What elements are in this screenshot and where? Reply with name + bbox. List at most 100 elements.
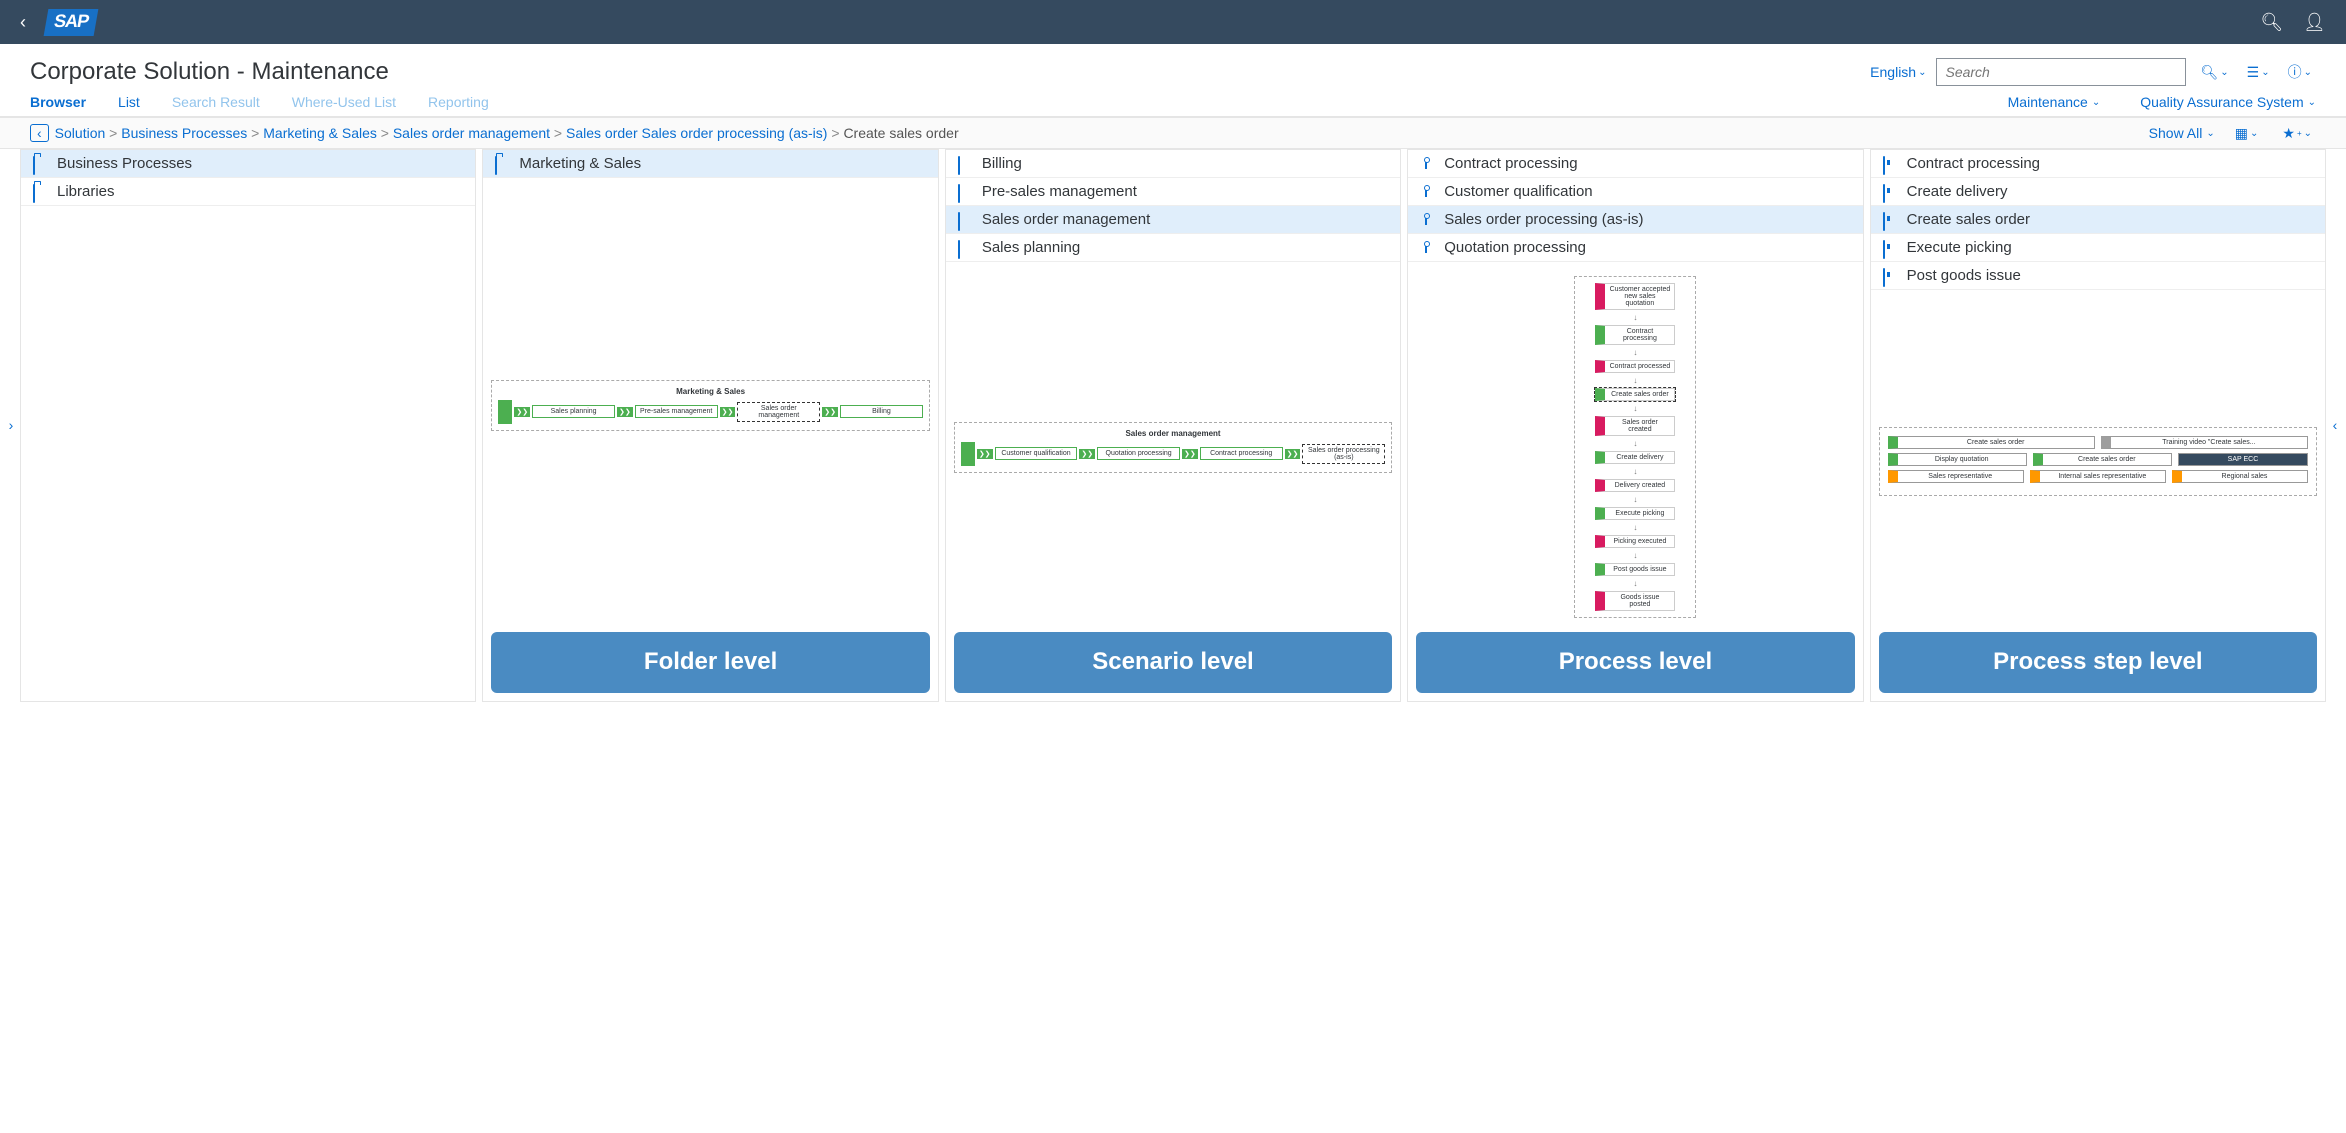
step-icon [1883, 185, 1897, 199]
language-select[interactable]: English⌄ [1870, 64, 1926, 80]
breadcrumb-item[interactable]: Marketing & Sales [263, 125, 377, 141]
flow-step: Pre-sales management [635, 405, 718, 418]
page-header: Corporate Solution - Maintenance English… [0, 44, 2346, 90]
graph-node: Regional sales [2172, 470, 2308, 483]
level-badge-step: Process step level [1879, 632, 2317, 693]
search-icon[interactable]: 🔍︎ [2260, 12, 2283, 33]
list-item[interactable]: Libraries [21, 178, 475, 206]
list-item-label: Post goods issue [1907, 267, 2021, 284]
list-item[interactable]: Sales planning [946, 234, 1400, 262]
level-badge-folder: Folder level [491, 632, 929, 693]
search-input[interactable] [1936, 58, 2186, 86]
process-diagram: Customer accepted new sales quotation↓Co… [1574, 276, 1696, 618]
columns: Business ProcessesLibraries Marketing & … [20, 149, 2326, 702]
list-item-label: Contract processing [1444, 155, 1577, 172]
dropdown-maintenance[interactable]: Maintenance ⌄ [2008, 94, 2101, 110]
tabs-right: Maintenance ⌄ Quality Assurance System ⌄ [2008, 94, 2316, 110]
list-item[interactable]: Sales order management [946, 206, 1400, 234]
folder-icon [495, 157, 509, 171]
process-icon [1420, 213, 1434, 227]
flow-step: Sales order management [737, 402, 820, 422]
tab-reporting: Reporting [428, 94, 489, 110]
scenario-icon [958, 241, 972, 255]
list-step: Contract processing Create delivery Create… [1871, 150, 2325, 290]
list-process: Contract processing Customer qualificatio… [1408, 150, 1862, 262]
tab-list[interactable]: List [118, 94, 140, 110]
breadcrumb-item[interactable]: Sales order Sales order processing (as-i… [566, 125, 827, 141]
vflow-node: Delivery created [1595, 479, 1675, 492]
scenario-icon [958, 185, 972, 199]
step-diagram: Create sales order Training video "Create… [1879, 427, 2317, 496]
tabs-left: BrowserListSearch ResultWhere-Used ListR… [30, 94, 489, 110]
help-icon[interactable]: ⓘ⌄ [2284, 62, 2316, 82]
list-item[interactable]: Pre-sales management [946, 178, 1400, 206]
list-item[interactable]: Billing [946, 150, 1400, 178]
vflow-node: Post goods issue [1595, 563, 1675, 576]
tab-where-used-list: Where-Used List [292, 94, 396, 110]
vflow-node: Goods issue posted [1595, 591, 1675, 611]
flow-step: Quotation processing [1097, 447, 1180, 460]
expand-right-icon[interactable]: ‹ [2326, 149, 2344, 702]
graph-node: Training video "Create sales... [2101, 436, 2308, 449]
list-item-label: Quotation processing [1444, 239, 1586, 256]
view-mode-icon[interactable]: ▦⌄ [2231, 125, 2263, 142]
list-item[interactable]: Sales order processing (as-is) [1408, 206, 1862, 234]
list-item[interactable]: Customer qualification [1408, 178, 1862, 206]
graph-node: Create sales order [2033, 453, 2172, 466]
process-icon [1420, 241, 1434, 255]
step-icon [1883, 213, 1897, 227]
list-item[interactable]: Contract processing [1408, 150, 1862, 178]
show-all-dropdown[interactable]: Show All⌄ [2149, 125, 2215, 141]
step-icon [1883, 269, 1897, 283]
user-icon[interactable]: 👤︎ [2303, 12, 2326, 33]
list-item[interactable]: Create delivery [1871, 178, 2325, 206]
breadcrumb-item[interactable]: Business Processes [121, 125, 247, 141]
graph-node: Internal sales representative [2030, 470, 2166, 483]
step-icon [1883, 157, 1897, 171]
list-item[interactable]: Contract processing [1871, 150, 2325, 178]
list-item[interactable]: Quotation processing [1408, 234, 1862, 262]
list-item[interactable]: Create sales order [1871, 206, 2325, 234]
flow-step: Sales order processing (as-is) [1302, 444, 1385, 464]
scenario-diagram: Sales order management ❯❯Customer qualif… [954, 422, 1392, 473]
dropdown-quality-assurance-system[interactable]: Quality Assurance System ⌄ [2140, 94, 2316, 110]
process-icon [1420, 157, 1434, 171]
shell-bar: ‹ SAP 🔍︎ 👤︎ [0, 0, 2346, 44]
breadcrumb-back-button[interactable]: ‹ [30, 124, 49, 142]
shell-left: ‹ SAP [20, 9, 96, 36]
list-item-label: Sales order processing (as-is) [1444, 211, 1643, 228]
column-folder: Marketing & Sales Marketing & Sales ❯❯Sa… [482, 149, 938, 702]
column-root: Business ProcessesLibraries [20, 149, 476, 702]
flow-step: Contract processing [1200, 447, 1283, 460]
vflow-node: Contract processing [1595, 325, 1675, 345]
vflow-node: Create sales order [1595, 388, 1675, 401]
back-icon[interactable]: ‹ [20, 12, 26, 33]
sap-logo[interactable]: SAP [44, 9, 99, 36]
folder-icon [33, 157, 47, 171]
header-actions: English⌄ 🔍︎⌄ ☰⌄ ⓘ⌄ [1870, 58, 2316, 86]
settings-list-icon[interactable]: ☰⌄ [2243, 64, 2274, 81]
breadcrumb: ‹ Solution > Business Processes > Market… [30, 124, 959, 142]
search-dropdown-icon[interactable]: 🔍︎⌄ [2196, 64, 2232, 81]
list-item-label: Marketing & Sales [519, 155, 641, 172]
favorite-icon[interactable]: ★+⌄ [2278, 125, 2316, 142]
breadcrumb-row: ‹ Solution > Business Processes > Market… [0, 117, 2346, 149]
list-item-label: Create delivery [1907, 183, 2008, 200]
tab-browser[interactable]: Browser [30, 94, 86, 110]
list-item[interactable]: Business Processes [21, 150, 475, 178]
list-scenario: BillingPre-sales managementSales order m… [946, 150, 1400, 262]
process-icon [1420, 185, 1434, 199]
expand-left-icon[interactable]: › [2, 149, 20, 702]
list-item[interactable]: Marketing & Sales [483, 150, 937, 178]
vflow-node: Picking executed [1595, 535, 1675, 548]
breadcrumb-actions: Show All⌄ ▦⌄ ★+⌄ [2149, 125, 2316, 142]
graph-node: SAP ECC [2178, 453, 2308, 466]
breadcrumb-item[interactable]: Sales order management [393, 125, 550, 141]
column-process: Contract processing Customer qualificatio… [1407, 149, 1863, 702]
list-item[interactable]: Post goods issue [1871, 262, 2325, 290]
list-item[interactable]: Execute picking [1871, 234, 2325, 262]
list-item-label: Create sales order [1907, 211, 2030, 228]
breadcrumb-item[interactable]: Solution [55, 125, 106, 141]
list-folder: Marketing & Sales [483, 150, 937, 178]
columns-wrap: › Business ProcessesLibraries Marketing … [0, 149, 2346, 702]
